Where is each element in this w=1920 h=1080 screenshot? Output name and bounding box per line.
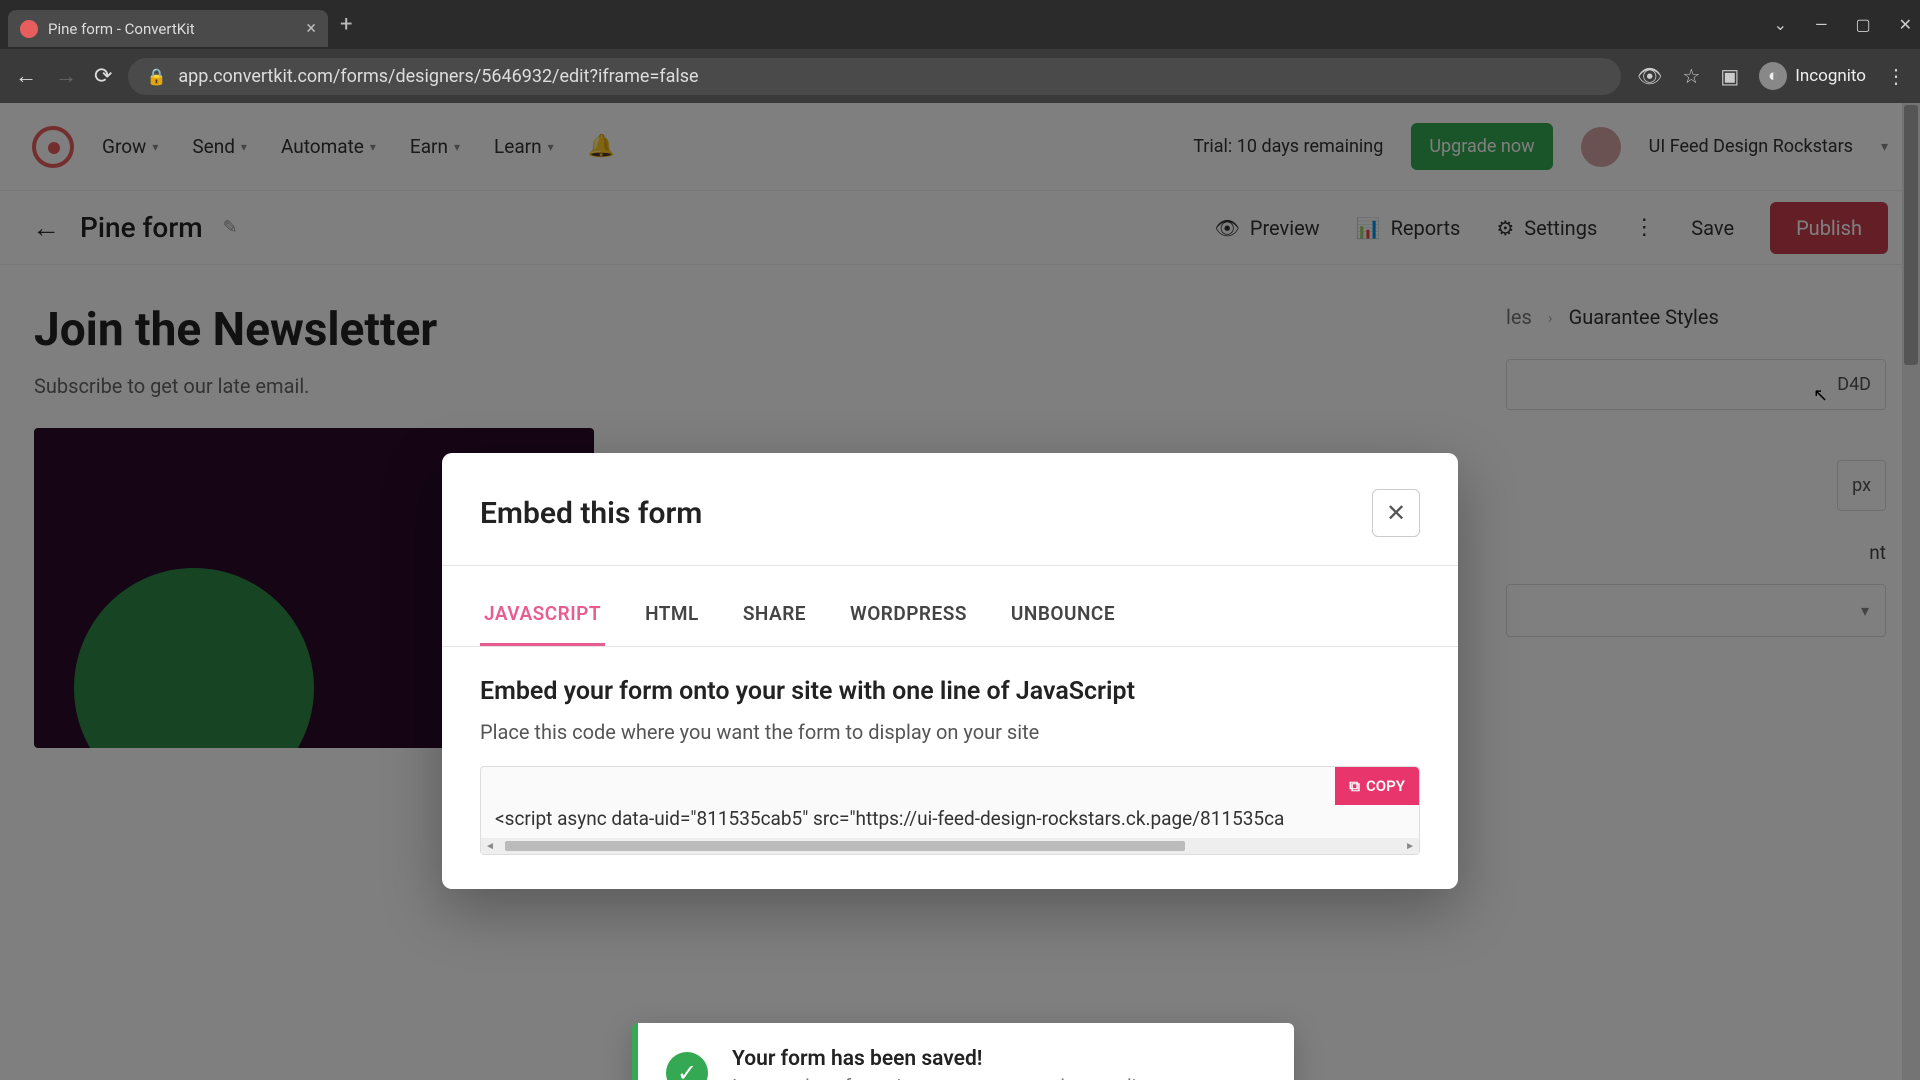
scroll-right-icon[interactable]: ► [1405, 841, 1415, 852]
profile-label: Incognito [1795, 66, 1866, 86]
browser-tab-strip: Pine form - ConvertKit × + ⌄ — ▢ ✕ [0, 0, 1920, 49]
toast-title: Your form has been saved! [732, 1047, 1160, 1071]
embed-tabs: JAVASCRIPT HTML SHARE WORDPRESS UNBOUNCE [442, 592, 1458, 647]
code-text[interactable]: <script async data-uid="811535cab5" src=… [481, 767, 1419, 838]
window-controls: ⌄ — ▢ ✕ [1774, 15, 1912, 34]
modal-title: Embed this form [480, 496, 702, 531]
browser-tab[interactable]: Pine form - ConvertKit × [8, 10, 328, 47]
divider [442, 565, 1458, 566]
panel-icon[interactable]: ▣ [1720, 64, 1739, 88]
tab-wordpress[interactable]: WORDPRESS [846, 592, 971, 646]
url-text: app.convertkit.com/forms/designers/56469… [178, 66, 698, 87]
tab-title: Pine form - ConvertKit [48, 20, 296, 38]
toast-message: It may take a few minutes to see your ch… [732, 1075, 1160, 1080]
scrollbar-thumb[interactable] [505, 841, 1185, 851]
maximize-icon[interactable]: ▢ [1855, 15, 1870, 34]
back-button[interactable]: ← [14, 63, 38, 89]
eye-off-icon[interactable]: 👁 [1637, 64, 1662, 88]
dropdown-icon[interactable]: ⌄ [1774, 15, 1787, 34]
success-toast: ✓ Your form has been saved! It may take … [632, 1023, 1294, 1080]
copy-label: COPY [1366, 777, 1405, 795]
close-tab-icon[interactable]: × [306, 18, 316, 39]
copy-button[interactable]: ⧉ COPY [1335, 767, 1419, 805]
modal-close-button[interactable]: ✕ [1372, 489, 1420, 537]
incognito-icon: ◐ [1759, 62, 1787, 90]
url-input[interactable]: 🔒 app.convertkit.com/forms/designers/564… [128, 58, 1621, 95]
forward-button[interactable]: → [54, 63, 78, 89]
check-icon: ✓ [666, 1052, 708, 1080]
browser-menu-icon[interactable]: ⋮ [1886, 64, 1906, 88]
lock-icon: 🔒 [146, 67, 166, 86]
tab-unbounce[interactable]: UNBOUNCE [1007, 592, 1119, 646]
close-window-icon[interactable]: ✕ [1899, 15, 1912, 34]
embed-instruction: Place this code where you want the form … [480, 720, 1420, 744]
embed-heading: Embed your form onto your site with one … [480, 677, 1420, 706]
reload-button[interactable]: ⟳ [94, 64, 112, 89]
tab-html[interactable]: HTML [641, 592, 703, 646]
embed-modal: Embed this form ✕ JAVASCRIPT HTML SHARE … [442, 453, 1458, 889]
address-bar: ← → ⟳ 🔒 app.convertkit.com/forms/designe… [0, 49, 1920, 103]
profile-chip[interactable]: ◐ Incognito [1759, 62, 1866, 90]
new-tab-button[interactable]: + [340, 12, 352, 37]
tab-share[interactable]: SHARE [739, 592, 810, 646]
code-snippet-box: ⧉ COPY <script async data-uid="811535cab5… [480, 766, 1420, 855]
minimize-icon[interactable]: — [1815, 15, 1828, 34]
page-viewport: Grow▾ Send▾ Automate▾ Earn▾ Learn▾ 🔔 Tri… [0, 103, 1920, 1080]
bookmark-icon[interactable]: ☆ [1682, 64, 1700, 88]
horizontal-scrollbar[interactable]: ◄ ► [481, 838, 1419, 854]
tab-javascript[interactable]: JAVASCRIPT [480, 592, 605, 646]
scroll-left-icon[interactable]: ◄ [485, 841, 495, 852]
favicon-icon [20, 20, 38, 38]
copy-icon: ⧉ [1349, 777, 1360, 795]
